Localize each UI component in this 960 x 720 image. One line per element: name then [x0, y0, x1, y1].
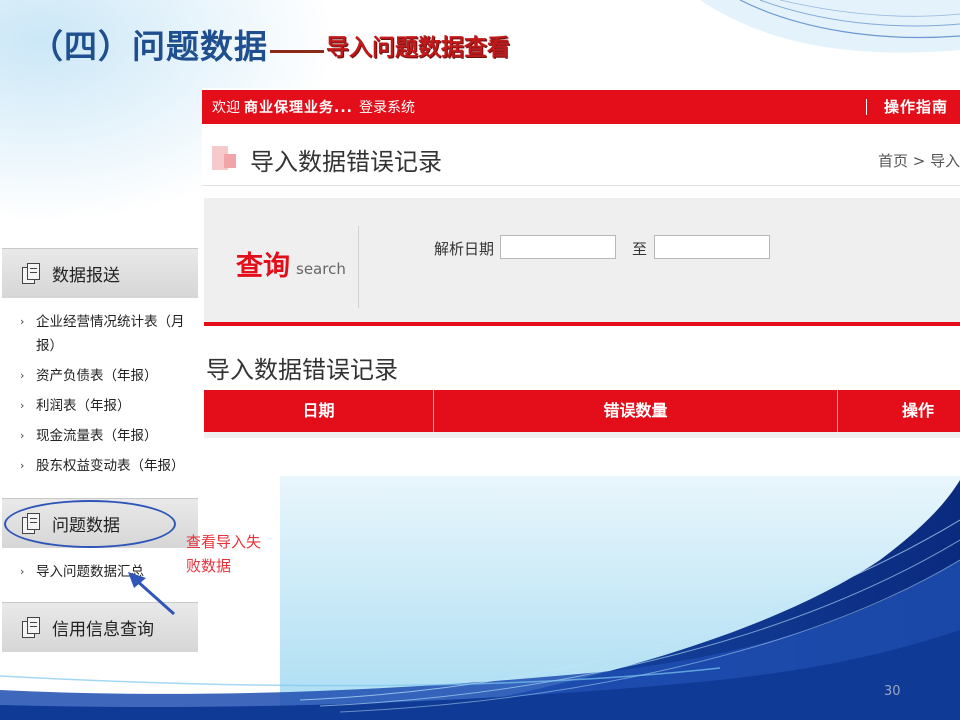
slide-title-main: （四）问题数据 [30, 27, 268, 66]
sidebar-item-label: 导入问题数据汇总 [36, 564, 144, 580]
search-subtitle: search [296, 260, 346, 278]
sidebar-item-label: 股东权益变动表（年报） [36, 458, 185, 474]
search-title: 查询 [236, 251, 290, 282]
page-header: 导入数据错误记录 首页 > 导入 [202, 124, 960, 186]
sidebar-item-cash-flow[interactable]: › 现金流量表（年报） [2, 424, 198, 448]
sidebar-section-label: 信用信息查询 [52, 620, 154, 640]
operation-guide-link[interactable]: 操作指南 [884, 90, 948, 124]
chevron-right-icon: › [20, 565, 25, 578]
app-window: 欢迎 商业保理业务... 登录系统 操作指南 导入数据错误记录 首页 > 导入 … [202, 88, 960, 476]
sidebar-item-label: 利润表（年报） [36, 398, 131, 414]
topbar-divider [866, 99, 867, 115]
welcome-text: 欢迎 [212, 100, 240, 116]
records-table-header: 日期 错误数量 操作 [204, 390, 960, 432]
sidebar: 数据报送 › 企业经营情况统计表（月报） › 资产负债表（年报） › 利润表（年… [2, 248, 198, 652]
heading-mark-accent [224, 154, 236, 168]
column-header-error-count[interactable]: 错误数量 [434, 390, 838, 432]
parse-date-label: 解析日期 [434, 240, 495, 258]
chevron-right-icon: › [20, 369, 25, 382]
chevron-right-icon: › [20, 399, 25, 412]
sidebar-section-label: 数据报送 [52, 266, 120, 286]
sidebar-item-income-statement[interactable]: › 利润表（年报） [2, 394, 198, 418]
sidebar-list-data-report: › 企业经营情况统计表（月报） › 资产负债表（年报） › 利润表（年报） › … [2, 310, 198, 484]
sidebar-section-credit-query[interactable]: 信用信息查询 [2, 602, 198, 652]
column-header-date[interactable]: 日期 [204, 390, 434, 432]
chevron-right-icon: › [20, 315, 25, 328]
records-table-body [204, 432, 960, 438]
column-header-action[interactable]: 操作 [838, 390, 960, 432]
sidebar-item-label: 企业经营情况统计表（月报） [36, 314, 185, 354]
annotation-text: 查看导入失败数据 [186, 533, 262, 575]
page-number: 30 [884, 684, 901, 699]
chevron-right-icon: › [20, 459, 25, 472]
document-icon [22, 262, 42, 285]
records-section-title: 导入数据错误记录 [206, 356, 398, 384]
date-to-label: 至 [632, 240, 648, 258]
title-dash [270, 50, 324, 53]
document-icon [22, 616, 42, 639]
sidebar-item-operation-stats[interactable]: › 企业经营情况统计表（月报） [2, 310, 198, 358]
date-to-input[interactable] [654, 235, 770, 259]
sidebar-item-label: 现金流量表（年报） [36, 428, 158, 444]
sidebar-list-problem-data: › 导入问题数据汇总 [2, 560, 198, 590]
login-link[interactable]: 登录系统 [359, 97, 415, 117]
sidebar-item-balance-sheet[interactable]: › 资产负债表（年报） [2, 364, 198, 388]
chevron-right-icon: › [20, 429, 25, 442]
date-from-input[interactable] [500, 235, 616, 259]
sidebar-item-import-problem-summary[interactable]: › 导入问题数据汇总 [2, 560, 198, 584]
slide-title-sub: 导入问题数据查看 [326, 35, 510, 61]
top-bar: 欢迎 商业保理业务... 登录系统 操作指南 [202, 90, 960, 124]
sidebar-item-label: 资产负债表（年报） [36, 368, 158, 384]
search-divider [358, 226, 359, 308]
page-title: 导入数据错误记录 [250, 148, 442, 176]
slide-title: （四）问题数据 导入问题数据查看 [30, 24, 510, 68]
user-name: 商业保理业务... [244, 100, 353, 116]
search-panel: 查询 search 解析日期 至 [204, 198, 960, 326]
sidebar-item-equity-changes[interactable]: › 股东权益变动表（年报） [2, 454, 198, 478]
sidebar-section-data-report[interactable]: 数据报送 [2, 248, 198, 298]
highlight-oval [4, 500, 176, 548]
breadcrumb[interactable]: 首页 > 导入 [878, 150, 960, 171]
